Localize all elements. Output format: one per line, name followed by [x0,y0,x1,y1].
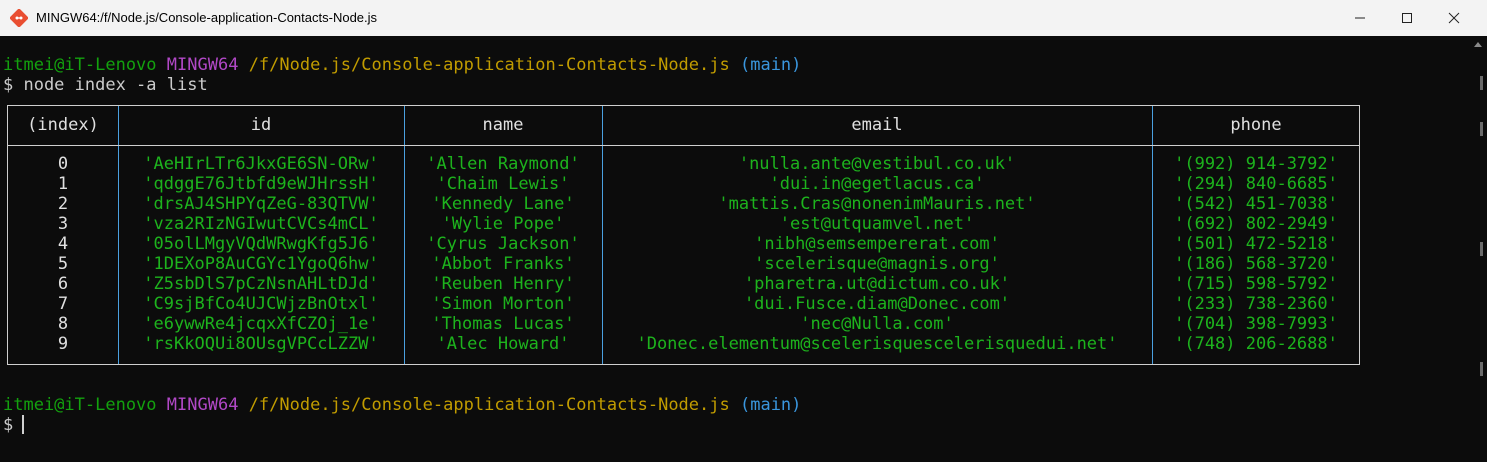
cell-id: 'C9sjBfCo4UJCWjzBnOtxl' [143,294,379,314]
cell-phone: '(501) 472-5218' [1174,234,1338,254]
cell-index: 1 [57,174,69,194]
cell-id: 'Z5sbDlS7pCzNsnAHLtDJd' [143,274,379,294]
cell-phone: '(294) 840-6685' [1174,174,1338,194]
header-email: email [851,115,903,135]
cell-id: 'rsKkOQUi8OUsgVPCcLZZW' [143,334,379,354]
scroll-marker [1480,122,1483,136]
cell-phone: '(692) 802-2949' [1174,214,1338,234]
cell-phone: '(233) 738-2360' [1174,294,1338,314]
minimize-icon [1355,17,1365,19]
cell-email: 'dui.in@egetlacus.ca' [769,174,985,194]
header-name: name [482,115,524,135]
maximize-icon [1402,13,1412,23]
window-title: MINGW64:/f/Node.js/Console-application-C… [36,10,378,25]
cell-id: 'AeHIrLTr6JkxGE6SN-ORw' [143,154,379,174]
header-divider [8,145,1359,146]
cell-name: 'Alec Howard' [436,334,570,354]
title-bar: MINGW64:/f/Node.js/Console-application-C… [0,0,1487,36]
cell-name: 'Reuben Henry' [431,274,575,294]
cell-phone: '(704) 398-7993' [1174,314,1338,334]
command-line: $ node index -a list [3,75,208,95]
minimize-button[interactable] [1337,0,1383,36]
cell-email: 'nulla.ante@vestibul.co.uk' [738,154,1016,174]
cell-phone: '(992) 914-3792' [1174,154,1338,174]
header-index: (index) [27,115,99,135]
cell-email: 'Donec.elementum@scelerisquescelerisqued… [636,334,1118,354]
cell-phone: '(748) 206-2688' [1174,334,1338,354]
cell-index: 5 [57,254,69,274]
cell-email: 'nibh@semsempererat.com' [754,234,1000,254]
cell-email: 'est@utquamvel.net' [779,214,975,234]
cell-name: 'Chaim Lewis' [436,174,570,194]
cell-id: 'drsAJ4SHPYqZeG-83QTVW' [143,194,379,214]
cell-id: 'e6ywwRe4jcqxXfCZOj_1e' [143,314,379,334]
prompt-line-1: itmei@iT-Lenovo MINGW64 /f/Node.js/Conso… [3,55,801,75]
prompt-env: MINGW64 [166,395,239,415]
cell-index: 6 [57,274,69,294]
prompt-branch: (main) [739,55,802,75]
text-cursor [22,415,24,434]
input-line[interactable]: $ [3,415,23,435]
scroll-up-icon[interactable] [1474,42,1482,47]
cell-email: 'nec@Nulla.com' [800,314,954,334]
cell-index: 4 [57,234,69,254]
cell-id: '1DEXoP8AuCGYc1YgoQ6hw' [143,254,379,274]
terminal[interactable]: itmei@iT-Lenovo MINGW64 /f/Node.js/Conso… [0,36,1468,462]
cell-id: '05olLMgyVQdWRwgKfg5J6' [143,234,379,254]
cell-name: 'Thomas Lucas' [431,314,575,334]
prompt-env: MINGW64 [166,55,239,75]
cell-name: 'Abbot Franks' [431,254,575,274]
scroll-marker [1480,242,1483,256]
prompt-path: /f/Node.js/Console-application-Contacts-… [248,55,730,75]
scroll-marker [1480,76,1483,90]
git-bash-icon [10,9,28,27]
cell-phone: '(715) 598-5792' [1174,274,1338,294]
contacts-table: (index) id name email phone 0 'AeHIrLTr6J… [7,105,1360,365]
cell-name: 'Cyrus Jackson' [426,234,580,254]
prompt-branch: (main) [739,395,802,415]
close-button[interactable] [1431,0,1477,36]
cell-email: 'mattis.Cras@nonenimMauris.net' [718,194,1036,214]
cell-name: 'Allen Raymond' [426,154,580,174]
cell-index: 2 [57,194,69,214]
prompt-path: /f/Node.js/Console-application-Contacts-… [248,395,730,415]
cell-index: 8 [57,314,69,334]
cell-name: 'Simon Morton' [431,294,575,314]
maximize-button[interactable] [1384,0,1430,36]
scroll-marker [1480,362,1483,376]
cell-name: 'Kennedy Lane' [431,194,575,214]
cell-email: 'dui.Fusce.diam@Donec.com' [743,294,1011,314]
cell-email: 'pharetra.ut@dictum.co.uk' [743,274,1011,294]
cell-index: 7 [57,294,69,314]
header-phone: phone [1230,115,1282,135]
cell-id: 'vza2RIzNGIwutCVCs4mCL' [143,214,379,234]
cell-phone: '(542) 451-7038' [1174,194,1338,214]
cell-index: 0 [57,154,69,174]
cell-index: 3 [57,214,69,234]
cell-id: 'qdggE76Jtbfd9eWJHrssH' [143,174,379,194]
prompt-user-host: itmei@iT-Lenovo [3,55,157,75]
cell-index: 9 [57,334,69,354]
prompt-line-2: itmei@iT-Lenovo MINGW64 /f/Node.js/Conso… [3,395,801,415]
cell-name: 'Wylie Pope' [441,214,565,234]
cell-email: 'scelerisque@magnis.org' [754,254,1000,274]
close-icon [1448,12,1460,24]
prompt-user-host: itmei@iT-Lenovo [3,395,157,415]
scrollbar[interactable] [1468,36,1487,462]
cell-phone: '(186) 568-3720' [1174,254,1338,274]
header-id: id [250,115,272,135]
